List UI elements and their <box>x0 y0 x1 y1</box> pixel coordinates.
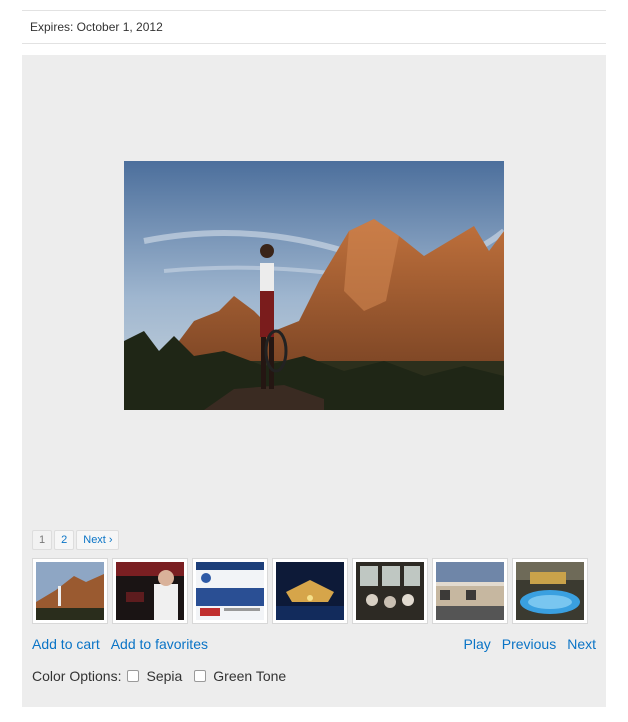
thumb-speaker[interactable] <box>112 558 188 624</box>
green-tone-checkbox[interactable] <box>194 670 207 682</box>
color-options-label: Color Options: <box>32 668 122 684</box>
next-page-button[interactable]: Next › <box>76 530 119 550</box>
add-to-cart-link[interactable]: Add to cart <box>32 636 100 652</box>
expires-text: Expires: October 1, 2012 <box>22 10 606 44</box>
thumb-website[interactable] <box>192 558 268 624</box>
thumb-building-night[interactable] <box>272 558 348 624</box>
photo-gallery: 1 2 Next › Add to cart Add to favorites <box>22 55 606 707</box>
thumb-restaurant-crowd[interactable] <box>352 558 428 624</box>
pagination: 1 2 Next › <box>32 530 121 550</box>
thumb-shopping-center[interactable] <box>432 558 508 624</box>
color-options: Color Options: Sepia Green Tone <box>32 668 298 684</box>
play-link[interactable]: Play <box>464 636 491 652</box>
next-link[interactable]: Next <box>567 636 596 652</box>
page-1-button[interactable]: 1 <box>32 530 53 550</box>
thumb-mountain-hiker[interactable] <box>32 558 108 624</box>
cart-actions: Add to cart Add to favorites <box>32 636 219 652</box>
thumb-pool-resort[interactable] <box>512 558 588 624</box>
add-to-favorites-link[interactable]: Add to favorites <box>111 636 208 652</box>
green-tone-label: Green Tone <box>213 668 287 684</box>
sepia-checkbox[interactable] <box>127 670 140 682</box>
previous-link[interactable]: Previous <box>502 636 556 652</box>
page-2-button[interactable]: 2 <box>54 530 75 550</box>
main-photo <box>124 161 504 410</box>
thumbnail-strip <box>32 558 592 624</box>
sepia-label: Sepia <box>146 668 183 684</box>
slideshow-controls: Play Previous Next <box>453 636 597 652</box>
